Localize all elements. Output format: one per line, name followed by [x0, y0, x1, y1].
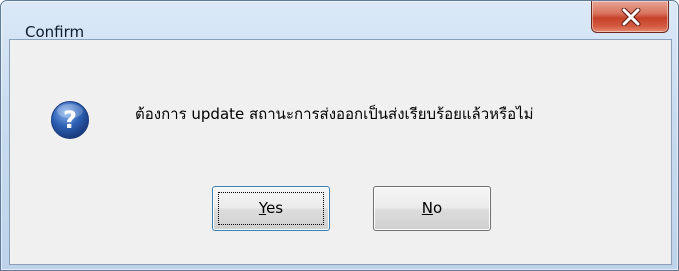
close-button[interactable] — [591, 1, 669, 33]
yes-button-label: Yes — [259, 187, 283, 230]
question-icon: ? — [51, 101, 89, 139]
no-button-label: No — [422, 187, 442, 230]
confirm-dialog-window: Confirm ? ต้องการ update สถานะการส่งออกเ… — [0, 0, 679, 271]
dialog-body: ? ต้องการ update สถานะการส่งออกเป็นส่งเร… — [9, 39, 672, 265]
no-button[interactable]: No — [373, 186, 491, 231]
title-bar[interactable]: Confirm — [1, 1, 678, 41]
yes-button[interactable]: Yes — [212, 186, 330, 231]
no-label-rest: o — [433, 199, 443, 217]
close-icon — [621, 8, 641, 26]
yes-mnemonic: Y — [258, 199, 267, 217]
no-mnemonic: N — [421, 199, 434, 217]
svg-text:?: ? — [63, 106, 77, 134]
yes-label-rest: es — [266, 199, 284, 217]
confirm-message: ต้องการ update สถานะการส่งออกเป็นส่งเรีย… — [135, 105, 534, 123]
window-title: Confirm — [25, 23, 85, 41]
